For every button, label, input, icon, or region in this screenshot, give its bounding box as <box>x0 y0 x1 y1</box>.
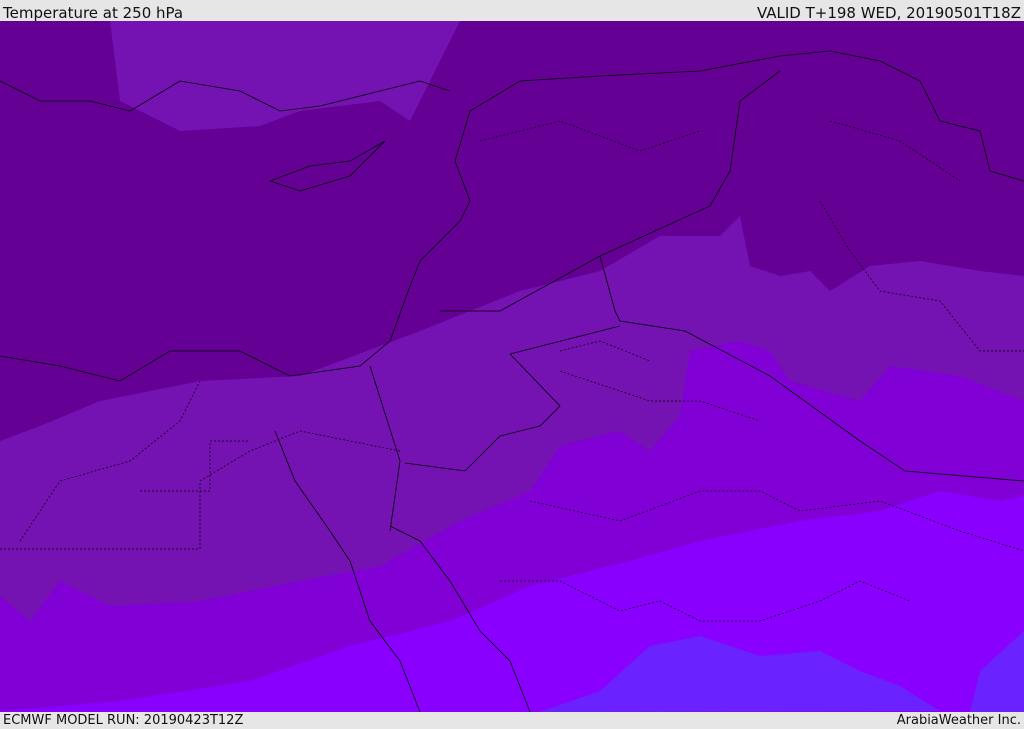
model-run: ECMWF MODEL RUN: 20190423T12Z <box>3 713 244 728</box>
valid-time: VALID T+198 WED, 20190501T18Z <box>756 4 1021 22</box>
contour-band-north <box>110 21 460 131</box>
credit: ArabiaWeather Inc. <box>896 713 1021 728</box>
temperature-map[interactable] <box>0 21 1024 712</box>
footer-bar: ECMWF MODEL RUN: 20190423T12Z ArabiaWeat… <box>0 712 1024 729</box>
map-title: Temperature at 250 hPa <box>3 4 184 22</box>
header-bar: Temperature at 250 hPa VALID T+198 WED, … <box>0 0 1024 21</box>
